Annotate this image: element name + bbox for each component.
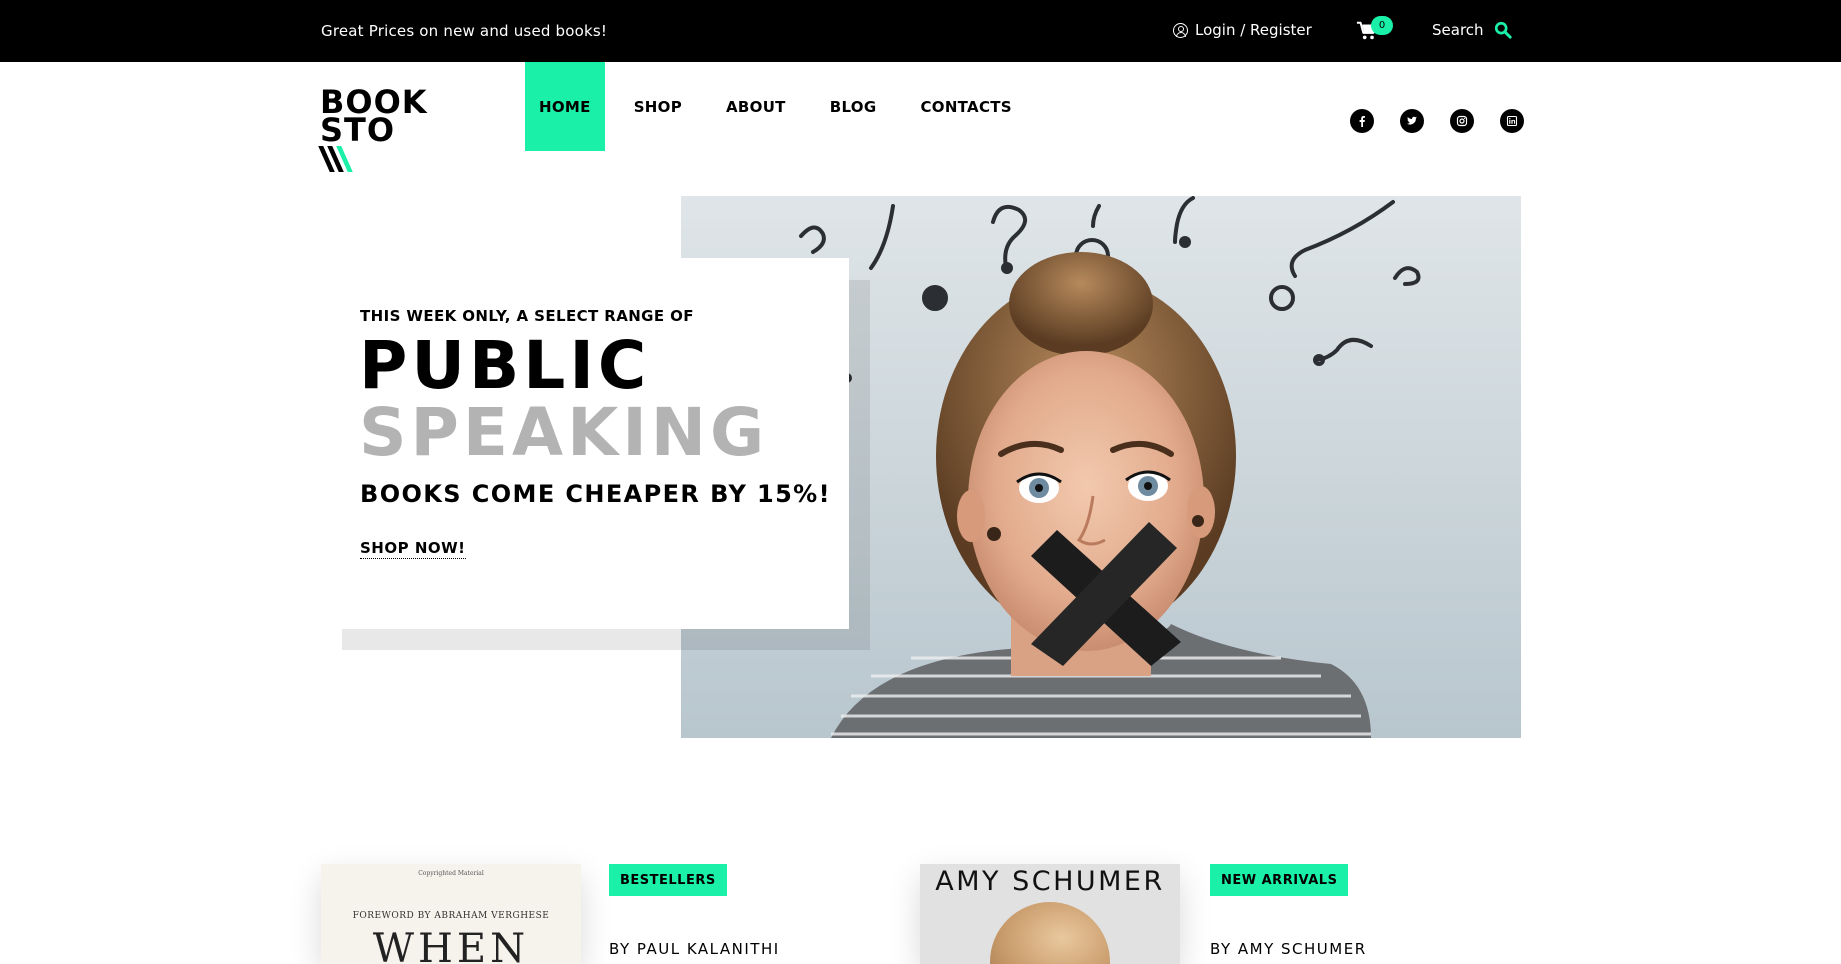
twitter-icon[interactable] — [1400, 109, 1424, 133]
cover-portrait — [990, 902, 1110, 964]
hero-card: THIS WEEK ONLY, A SELECT RANGE OF PUBLIC… — [342, 258, 849, 629]
search-icon — [1494, 21, 1512, 39]
login-register-link[interactable]: Login / Register — [1173, 21, 1312, 39]
user-icon — [1173, 22, 1188, 38]
top-bar: Great Prices on new and used books! Logi… — [0, 0, 1841, 62]
social-links — [1350, 109, 1524, 133]
nav-about[interactable]: ABOUT — [712, 62, 800, 151]
book-cover-when-breath-becomes-air[interactable]: Copyrighted Material FOREWORD BY ABRAHAM… — [321, 864, 581, 964]
hero-title-line-2: SPEAKING — [359, 394, 769, 471]
cover-copyright-text: Copyrighted Material — [418, 870, 484, 877]
facebook-icon[interactable] — [1350, 109, 1374, 133]
cover-foreword-text: FOREWORD BY ABRAHAM VERGHESE — [352, 911, 550, 921]
nav-blog[interactable]: BLOG — [816, 62, 891, 151]
nav-home[interactable]: HOME — [525, 62, 605, 151]
nav-shop[interactable]: SHOP — [620, 62, 696, 151]
hero-kicker: THIS WEEK ONLY, A SELECT RANGE OF — [360, 307, 694, 325]
book-cover-amy-schumer[interactable]: AMY SCHUMER — [920, 864, 1180, 964]
promo-text: Great Prices on new and used books! — [321, 22, 608, 40]
linkedin-icon[interactable] — [1500, 109, 1524, 133]
hero-subtitle: BOOKS COME CHEAPER BY 15%! — [360, 480, 831, 508]
logo-slashes-icon — [318, 146, 354, 172]
logo-line-2-text: STO — [320, 111, 396, 149]
site-logo[interactable]: BOOK STO — [318, 86, 427, 172]
cover-author-text: AMY SCHUMER — [935, 866, 1165, 897]
main-nav: HOME SHOP ABOUT BLOG CONTACTS — [525, 62, 1042, 151]
search-label: Search — [1432, 21, 1484, 39]
shop-now-link[interactable]: SHOP NOW! — [360, 539, 466, 559]
nav-contacts[interactable]: CONTACTS — [906, 62, 1025, 151]
cover-title-text: WHEN — [372, 926, 530, 964]
bestsellers-badge: BESTELLERS — [609, 864, 727, 896]
book-author-byline: BY PAUL KALANITHI — [609, 940, 780, 958]
search-button[interactable]: Search — [1432, 21, 1512, 39]
login-register-label: Login / Register — [1195, 21, 1312, 39]
new-arrivals-badge: NEW ARRIVALS — [1210, 864, 1349, 896]
book-author-byline: BY AMY SCHUMER — [1210, 940, 1367, 958]
hero-title-line-1: PUBLIC — [359, 327, 651, 404]
instagram-icon[interactable] — [1450, 109, 1474, 133]
logo-line-2: STO — [318, 114, 424, 172]
cart-count-badge: 0 — [1371, 16, 1393, 35]
